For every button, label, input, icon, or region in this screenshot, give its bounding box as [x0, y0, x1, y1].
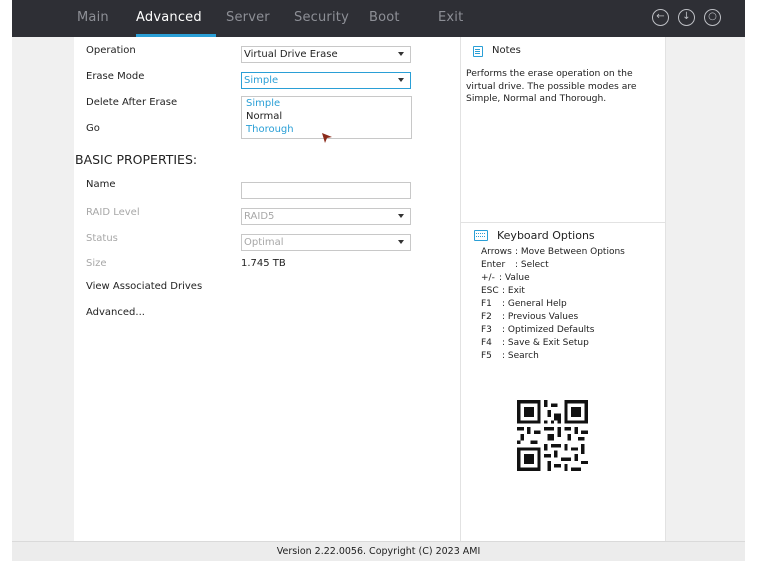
- basic-properties-heading: BASIC PROPERTIES:: [75, 152, 198, 167]
- chevron-down-icon: [398, 214, 404, 218]
- tab-security[interactable]: Security: [294, 10, 349, 25]
- key-desc: : Select: [515, 260, 549, 270]
- bios-setup-screen: Main Advanced Server Security Boot Exit …: [0, 0, 757, 564]
- key-desc: : Optimized Defaults: [502, 325, 595, 335]
- size-value: 1.745 TB: [241, 258, 286, 269]
- key-desc: : Value: [499, 273, 530, 283]
- tab-boot[interactable]: Boot: [369, 10, 400, 25]
- search-icon[interactable]: ○: [704, 9, 721, 26]
- key-label: F3: [481, 325, 492, 335]
- key-desc: : Exit: [502, 286, 525, 296]
- raid-level-value: RAID5: [244, 211, 275, 222]
- key-desc: : Move Between Options: [515, 247, 625, 257]
- view-associated-drives-link[interactable]: View Associated Drives: [86, 281, 202, 292]
- go-button[interactable]: Go: [86, 123, 100, 134]
- tab-server[interactable]: Server: [226, 10, 270, 25]
- dropdown-option-thorough[interactable]: Thorough: [246, 124, 294, 135]
- dropdown-option-simple[interactable]: Simple: [246, 98, 280, 109]
- right-margin: [666, 37, 745, 541]
- key-label: F1: [481, 299, 492, 309]
- back-icon[interactable]: ←: [652, 9, 669, 26]
- key-desc: : Search: [502, 351, 539, 361]
- operation-select[interactable]: Virtual Drive Erase: [241, 46, 411, 63]
- help-divider: [461, 222, 665, 223]
- erase-mode-value: Simple: [244, 75, 279, 86]
- key-desc: : General Help: [502, 299, 567, 309]
- list-item: +/- : Value: [481, 272, 625, 285]
- key-label: Enter: [481, 260, 506, 270]
- key-label: F2: [481, 312, 492, 322]
- name-input[interactable]: [241, 182, 411, 199]
- advanced-link[interactable]: Advanced...: [86, 307, 145, 318]
- list-item: F3 : Optimized Defaults: [481, 324, 625, 337]
- key-label: F5: [481, 351, 492, 361]
- erase-mode-label: Erase Mode: [86, 71, 145, 82]
- top-nav-bar: Main Advanced Server Security Boot Exit …: [12, 0, 745, 37]
- list-item: Enter : Select: [481, 259, 625, 272]
- notes-title: Notes: [492, 45, 521, 56]
- notes-icon: [473, 46, 483, 57]
- notes-text: Performs the erase operation on the virt…: [466, 68, 637, 104]
- size-label: Size: [86, 258, 107, 269]
- version-footer: Version 2.22.0056. Copyright (C) 2023 AM…: [12, 541, 745, 561]
- operation-label: Operation: [86, 45, 136, 56]
- status-value: Optimal: [244, 237, 284, 248]
- status-select: Optimal: [241, 234, 411, 251]
- delete-after-erase-label[interactable]: Delete After Erase: [86, 97, 177, 108]
- keyboard-options-list: Arrows: Move Between Options Enter : Sele…: [481, 246, 625, 363]
- left-margin: [12, 37, 74, 541]
- list-item: F4 : Save & Exit Setup: [481, 337, 625, 350]
- list-item: F2 : Previous Values: [481, 311, 625, 324]
- qr-code-icon: [517, 400, 588, 471]
- keyboard-icon: [474, 230, 488, 241]
- key-desc: : Save & Exit Setup: [502, 338, 589, 348]
- list-item: F5 : Search: [481, 350, 625, 363]
- raid-level-select: RAID5: [241, 208, 411, 225]
- tab-advanced[interactable]: Advanced: [136, 10, 202, 25]
- save-icon[interactable]: ↓: [678, 9, 695, 26]
- chevron-down-icon: [398, 52, 404, 56]
- key-label: +/-: [481, 273, 495, 283]
- key-label: Arrows: [481, 247, 512, 257]
- operation-value: Virtual Drive Erase: [244, 49, 338, 60]
- status-label: Status: [86, 233, 118, 244]
- tab-exit[interactable]: Exit: [438, 10, 463, 25]
- key-desc: : Previous Values: [502, 312, 579, 322]
- list-item: F1 : General Help: [481, 298, 625, 311]
- tab-main[interactable]: Main: [77, 10, 109, 25]
- chevron-down-icon: [398, 78, 404, 82]
- key-label: F4: [481, 338, 492, 348]
- erase-mode-select[interactable]: Simple: [241, 72, 411, 89]
- keyboard-options-title: Keyboard Options: [497, 229, 595, 242]
- key-label: ESC: [481, 286, 499, 296]
- mouse-cursor-icon: [322, 133, 332, 143]
- list-item: ESC: Exit: [481, 285, 625, 298]
- name-label: Name: [86, 179, 116, 190]
- list-item: Arrows: Move Between Options: [481, 246, 625, 259]
- dropdown-option-normal[interactable]: Normal: [246, 111, 282, 122]
- raid-level-label: RAID Level: [86, 207, 140, 218]
- chevron-down-icon: [398, 240, 404, 244]
